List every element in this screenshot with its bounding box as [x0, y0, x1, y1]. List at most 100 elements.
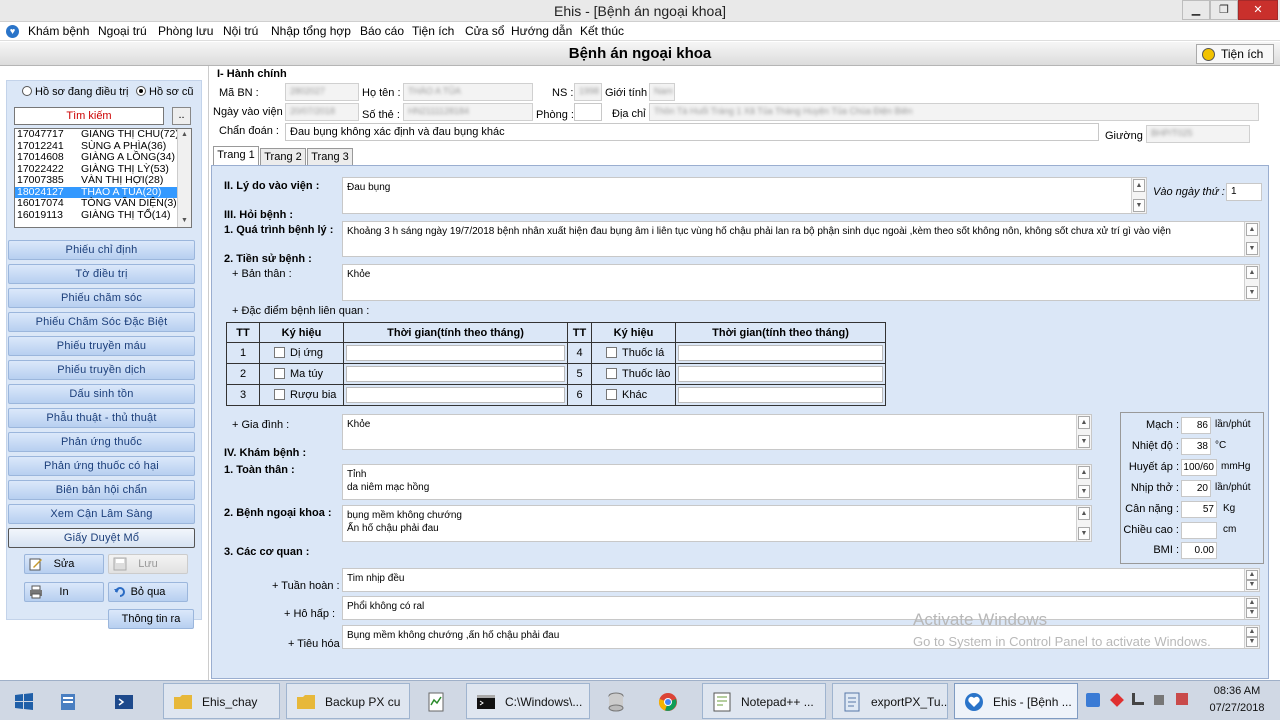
minimize-button[interactable]: ▁ — [1182, 0, 1210, 20]
nav-giay-duyet-mo[interactable]: Giấy Duyệt Mổ — [8, 528, 195, 548]
gioi-tinh-field[interactable]: Nam — [649, 83, 675, 101]
nav-phieu-truyen-dich[interactable]: Phiếu truyền dịch — [8, 360, 195, 380]
scroll-down-icon[interactable]: ▼ — [1078, 527, 1090, 540]
ky-hieu-cell[interactable]: Rượu bia — [259, 384, 344, 406]
vao-ngay-thu-field[interactable]: 1 — [1226, 183, 1262, 201]
scroll-down-icon[interactable]: ▼ — [1246, 580, 1258, 590]
thoi-gian-input[interactable] — [678, 345, 883, 361]
thoi-gian-input[interactable] — [678, 366, 883, 382]
scrollbar[interactable]: ▲ ▼ — [1076, 465, 1091, 499]
tien-ich-button[interactable]: Tiện ích — [1196, 44, 1274, 64]
menu-huong-dan[interactable]: Hướng dẫn — [511, 24, 572, 38]
ngoai-khoa-textarea[interactable]: bụng mềm không chướng Ấn hố chậu phải đa… — [342, 505, 1092, 542]
nav-to-dieu-tri[interactable]: Tờ điều trị — [8, 264, 195, 284]
radio-dang-dieu-tri[interactable]: Hồ sơ đang điều trị — [22, 86, 128, 98]
scroll-down-icon[interactable]: ▼ — [1246, 637, 1258, 647]
app-heart-icon[interactable]: ♥ — [6, 25, 19, 38]
list-scrollbar[interactable]: ▲ ▼ — [177, 129, 191, 227]
ban-than-textarea[interactable]: Khỏe ▲ ▼ — [342, 264, 1260, 301]
menu-ket-thuc[interactable]: Kết thúc — [580, 24, 624, 38]
scroll-up-icon[interactable]: ▲ — [1133, 179, 1145, 192]
vital-input[interactable]: 100/60 — [1181, 459, 1217, 476]
thoi-gian-input[interactable] — [346, 366, 565, 382]
nav-phau-thuat[interactable]: Phẫu thuật - thủ thuật — [8, 408, 195, 428]
thoi-gian-input[interactable] — [678, 387, 883, 403]
vital-input[interactable]: 57 — [1181, 501, 1217, 518]
scroll-up-icon[interactable]: ▲ — [1246, 570, 1258, 580]
server-manager-button[interactable] — [48, 683, 100, 719]
tab-trang-3[interactable]: Trang 3 — [307, 148, 353, 166]
toan-than-textarea[interactable]: Tỉnh da niêm mạc hồng ▲ ▼ — [342, 464, 1092, 500]
cancel-button[interactable]: Bỏ qua — [108, 582, 188, 602]
menu-tien-ich[interactable]: Tiện ích — [412, 24, 454, 38]
scroll-up-icon[interactable]: ▲ — [1078, 507, 1090, 520]
tray-alert-icon[interactable] — [1110, 693, 1124, 707]
checkbox[interactable] — [274, 347, 285, 358]
thoi-gian-input[interactable] — [346, 387, 565, 403]
qua-trinh-textarea[interactable]: Khoảng 3 h sáng ngày 19/7/2018 bệnh nhân… — [342, 221, 1260, 257]
ky-hieu-cell[interactable]: Thuốc lào — [591, 363, 676, 385]
scroll-down-icon[interactable]: ▼ — [1246, 608, 1258, 618]
taskbar-chrome[interactable] — [648, 683, 694, 719]
ky-hieu-cell[interactable]: Thuốc lá — [591, 342, 676, 364]
vital-input[interactable]: 38 — [1181, 438, 1211, 455]
ky-hieu-cell[interactable]: Ma túy — [259, 363, 344, 385]
save-button[interactable]: Lưu — [108, 554, 188, 574]
close-button[interactable]: ✕ — [1238, 0, 1278, 20]
phong-field[interactable] — [574, 103, 602, 121]
nav-phieu-truyen-mau[interactable]: Phiếu truyền máu — [8, 336, 195, 356]
ky-hieu-cell[interactable]: Dị ứng — [259, 342, 344, 364]
chan-doan-field[interactable]: Đau bụng không xác định và đau bụng khác — [285, 123, 1099, 141]
scroll-down-icon[interactable]: ▼ — [1133, 199, 1145, 212]
dia-chi-field[interactable]: Thôn Tà Huổi Tráng 1 Xã Tủa Thàng Huyện … — [649, 103, 1259, 121]
taskbar-exportpx[interactable]: exportPX_Tu... — [832, 683, 948, 719]
scroll-up-icon[interactable]: ▲ — [1078, 416, 1090, 429]
ly-do-textarea[interactable]: Đau bụng ▲ ▼ — [342, 177, 1147, 214]
scrollbar[interactable]: ▲ ▼ — [1076, 506, 1091, 541]
start-button[interactable] — [4, 683, 44, 719]
scroll-down-icon[interactable]: ▼ — [1246, 242, 1258, 255]
scrollbar[interactable]: ▲ ▼ — [1244, 222, 1259, 256]
scroll-up-icon[interactable]: ▲ — [1078, 466, 1090, 479]
scroll-down-icon[interactable]: ▼ — [1078, 435, 1090, 448]
vital-input[interactable]: 20 — [1181, 480, 1211, 497]
menu-phong-luu[interactable]: Phòng lưu — [158, 24, 213, 38]
scroll-up-icon[interactable]: ▲ — [1246, 266, 1258, 279]
taskbar-ehis-chay[interactable]: Ehis_chay — [163, 683, 280, 719]
thoi-gian-input[interactable] — [346, 345, 565, 361]
menu-kham-benh[interactable]: Khám bệnh — [28, 24, 89, 38]
taskbar-notepadpp[interactable]: Notepad++ ... — [702, 683, 826, 719]
taskbar-backup-px[interactable]: Backup PX cu — [286, 683, 410, 719]
scroll-down-icon[interactable]: ▼ — [1078, 485, 1090, 498]
ma-bn-field[interactable]: 2802027 — [285, 83, 359, 101]
ngay-vao-vien-field[interactable]: 20/07/2018 — [285, 103, 359, 121]
scrollbar[interactable]: ▲ ▼ — [1244, 569, 1259, 591]
taskbar-clock[interactable]: 08:36 AM 07/27/2018 — [1200, 683, 1274, 717]
scroll-down-icon[interactable]: ▼ — [178, 215, 191, 227]
ho-ten-field[interactable]: THÀO A TỦA — [403, 83, 533, 101]
taskbar-editor[interactable] — [416, 683, 462, 719]
nav-xem-can-lam-sang[interactable]: Xem Cận Lâm Sàng — [8, 504, 195, 524]
tuan-hoan-textarea[interactable]: Tim nhịp đều ▲ ▼ — [342, 568, 1260, 592]
tray-volume-icon[interactable] — [1176, 693, 1188, 705]
checkbox[interactable] — [606, 347, 617, 358]
patient-list[interactable]: 17047717 GIÀNG THỊ CHU(72) 17012241 SÙNG A… — [14, 128, 192, 228]
scrollbar[interactable]: ▲ ▼ — [1244, 597, 1259, 619]
scrollbar[interactable]: ▲ ▼ — [1131, 178, 1146, 213]
tray-display-icon[interactable] — [1154, 695, 1164, 705]
menu-bao-cao[interactable]: Báo cáo — [360, 24, 404, 38]
ns-field[interactable]: 1998 — [574, 83, 602, 101]
so-the-field[interactable]: HN2111128184 — [403, 103, 533, 121]
nav-phan-ung-thuoc-co-hai[interactable]: Phản ứng thuốc có hại — [8, 456, 195, 476]
tray-network-icon[interactable] — [1086, 693, 1100, 707]
checkbox[interactable] — [274, 368, 285, 379]
gia-dinh-textarea[interactable]: Khỏe ▲ ▼ — [342, 414, 1092, 450]
edit-button[interactable]: Sửa — [24, 554, 104, 574]
taskbar-ehis-active[interactable]: Ehis - [Bệnh ... — [954, 683, 1078, 719]
search-button[interactable]: .. — [172, 107, 191, 125]
powershell-button[interactable] — [104, 683, 156, 719]
tab-trang-1[interactable]: Trang 1 — [213, 146, 259, 166]
menu-cua-so[interactable]: Cửa sổ — [465, 24, 504, 38]
menu-ngoai-tru[interactable]: Ngoại trú — [98, 24, 147, 38]
checkbox[interactable] — [274, 389, 285, 400]
